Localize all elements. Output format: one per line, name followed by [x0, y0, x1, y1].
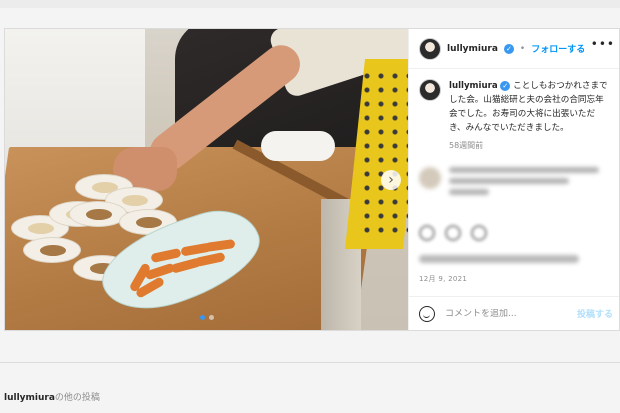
- post-caption: lullymiura ✓ ことしもおつかれさまでした会。山猫総研と夫の会社の合同…: [409, 69, 619, 153]
- share-icon[interactable]: [471, 225, 487, 241]
- blurred-action-icons: [419, 225, 487, 241]
- post-date: 12月 9, 2021: [419, 275, 468, 283]
- caption-body: lullymiura ✓ ことしもおつかれさまでした会。山猫総研と夫の会社の合同…: [449, 79, 611, 153]
- blurred-comment-avatar: [419, 167, 441, 189]
- header-separator: •: [519, 43, 526, 54]
- photo-towel: [261, 131, 335, 161]
- more-options-icon[interactable]: •••: [591, 37, 615, 51]
- post-side-panel: lullymiura ✓ • フォローする ••• lullymiura ✓ こ…: [408, 29, 619, 330]
- carousel-dot: [208, 315, 214, 320]
- more-posts-heading: lullymiuraの他の投稿: [4, 390, 100, 403]
- avatar[interactable]: [419, 37, 441, 60]
- verified-badge-icon: ✓: [503, 43, 514, 54]
- instagram-post: › lullymiura ✓ • フォローする ••• lullymiura ✓…: [4, 28, 620, 331]
- post-comment-button[interactable]: 投稿する: [577, 307, 613, 320]
- section-divider: [0, 362, 620, 363]
- photo-cloth-pattern: [360, 69, 408, 239]
- comment-bar: 投稿する: [409, 296, 619, 330]
- carousel-next-button[interactable]: ›: [381, 170, 401, 190]
- header-username[interactable]: lullymiura: [447, 44, 498, 54]
- carousel-dots: [5, 315, 408, 320]
- emoji-icon[interactable]: [419, 305, 435, 322]
- verified-badge-icon: ✓: [500, 81, 511, 91]
- caption-username[interactable]: lullymiura: [449, 81, 498, 91]
- follow-button[interactable]: フォローする: [531, 42, 585, 55]
- post-header: lullymiura ✓ • フォローする •••: [409, 29, 619, 69]
- comment-input[interactable]: [445, 308, 567, 319]
- caption-time-ago: 58週間前: [449, 141, 484, 150]
- blurred-comment: [409, 153, 619, 200]
- page-top-band: [0, 0, 620, 8]
- blurred-likes: [419, 255, 579, 263]
- photo-bowl: [23, 237, 81, 263]
- caption-avatar[interactable]: [419, 79, 441, 101]
- blurred-comment-text: [449, 167, 599, 200]
- comment-icon[interactable]: [445, 225, 461, 241]
- post-photo[interactable]: ›: [5, 29, 408, 330]
- carousel-dot-active: [199, 315, 205, 320]
- more-posts-suffix: の他の投稿: [54, 393, 100, 403]
- heart-icon[interactable]: [419, 225, 435, 241]
- more-posts-username[interactable]: lullymiura: [4, 393, 55, 403]
